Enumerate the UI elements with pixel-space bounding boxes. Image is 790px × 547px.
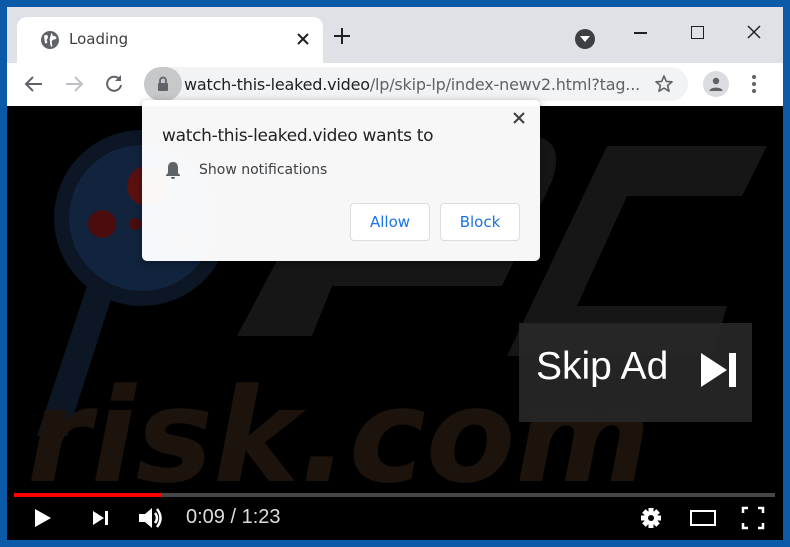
forward-button[interactable] — [63, 73, 85, 95]
globe-icon — [41, 31, 59, 49]
site-info-button[interactable] — [144, 67, 182, 101]
duration: 1:23 — [241, 506, 281, 528]
maximize-button[interactable] — [677, 17, 717, 47]
reload-button[interactable] — [103, 73, 125, 95]
window-close-button[interactable] — [734, 17, 774, 47]
arrow-right-icon — [66, 76, 84, 92]
fullscreen-icon — [741, 506, 765, 530]
skip-ad-label: Skip Ad — [536, 345, 669, 388]
skip-next-icon — [701, 353, 736, 387]
reload-icon — [106, 75, 122, 92]
next-button[interactable] — [90, 503, 112, 533]
skip-ad-button[interactable]: Skip Ad — [519, 323, 752, 422]
theater-mode-icon — [690, 510, 716, 526]
person-icon — [709, 77, 723, 91]
browser-menu-button[interactable] — [750, 73, 758, 95]
tab-strip: Loading — [7, 7, 783, 63]
popup-close-button[interactable] — [510, 109, 528, 127]
browser-window: Loading watch-this-leaked.video/lp/skip-… — [7, 7, 783, 540]
theater-mode-button[interactable] — [689, 503, 717, 533]
new-tab-button[interactable] — [329, 23, 355, 49]
current-time: 0:09 — [186, 506, 225, 528]
skip-next-icon — [93, 511, 108, 525]
tab-title: Loading — [69, 30, 129, 48]
lock-icon — [158, 76, 168, 91]
volume-icon — [139, 508, 162, 528]
arrow-left-icon — [24, 76, 42, 92]
tab-search-button[interactable] — [575, 29, 595, 49]
close-icon — [513, 112, 525, 124]
notification-permission-popup: watch-this-leaked.video wants to Show no… — [142, 100, 540, 261]
close-icon — [747, 25, 761, 39]
back-button[interactable] — [23, 73, 45, 95]
time-separator: / — [230, 506, 237, 528]
address-bar[interactable]: watch-this-leaked.video/lp/skip-lp/index… — [144, 67, 688, 101]
url-host: watch-this-leaked.video — [184, 75, 370, 94]
time-display: 0:09 / 1:23 — [186, 506, 281, 529]
bell-icon — [166, 162, 180, 179]
fullscreen-button[interactable] — [741, 503, 765, 533]
close-icon — [297, 33, 309, 45]
permission-text: Show notifications — [199, 162, 328, 178]
popup-heading: watch-this-leaked.video wants to — [162, 126, 434, 146]
mute-button[interactable] — [137, 503, 165, 533]
bookmark-button[interactable] — [654, 74, 674, 94]
profile-button[interactable] — [703, 71, 729, 97]
tab-close-button[interactable] — [293, 29, 313, 49]
block-button[interactable]: Block — [440, 203, 520, 241]
star-icon — [655, 75, 673, 92]
plus-icon — [334, 28, 350, 44]
url-path: /lp/skip-lp/index-newv2.html?tag... — [369, 75, 640, 94]
allow-button[interactable]: Allow — [350, 203, 430, 241]
play-icon — [35, 509, 51, 527]
progress-bar[interactable] — [14, 493, 775, 497]
play-button[interactable] — [32, 503, 54, 533]
gear-icon — [641, 508, 661, 528]
browser-tab[interactable]: Loading — [17, 17, 323, 63]
settings-button[interactable] — [639, 503, 663, 533]
minimize-button[interactable] — [621, 17, 661, 47]
progress-played — [14, 493, 163, 497]
kebab-menu-icon — [752, 75, 756, 79]
url-text[interactable]: watch-this-leaked.video/lp/skip-lp/index… — [184, 75, 640, 94]
